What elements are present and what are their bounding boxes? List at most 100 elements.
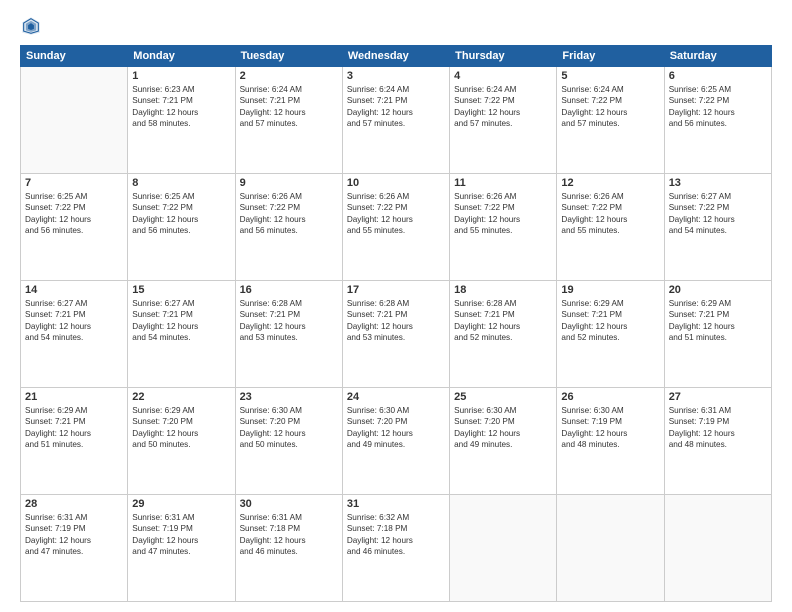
day-info: Sunrise: 6:30 AMSunset: 7:20 PMDaylight:… xyxy=(454,405,552,451)
day-info: Sunrise: 6:30 AMSunset: 7:20 PMDaylight:… xyxy=(240,405,338,451)
calendar-cell: 3 Sunrise: 6:24 AMSunset: 7:21 PMDaylight… xyxy=(342,67,449,174)
calendar-cell xyxy=(450,495,557,602)
day-info: Sunrise: 6:30 AMSunset: 7:20 PMDaylight:… xyxy=(347,405,445,451)
day-info: Sunrise: 6:29 AMSunset: 7:21 PMDaylight:… xyxy=(669,298,767,344)
calendar-cell: 14 Sunrise: 6:27 AMSunset: 7:21 PMDayligh… xyxy=(21,281,128,388)
day-info: Sunrise: 6:29 AMSunset: 7:21 PMDaylight:… xyxy=(561,298,659,344)
day-info: Sunrise: 6:24 AMSunset: 7:21 PMDaylight:… xyxy=(347,84,445,130)
calendar-cell: 7Sunrise: 6:25 AMSunset: 7:22 PMDaylight… xyxy=(21,174,128,281)
day-info: Sunrise: 6:27 AMSunset: 7:21 PMDaylight:… xyxy=(25,298,123,344)
day-info: Sunrise: 6:26 AMSunset: 7:22 PMDaylight:… xyxy=(347,191,445,237)
day-info: Sunrise: 6:29 AMSunset: 7:20 PMDaylight:… xyxy=(132,405,230,451)
day-info: Sunrise: 6:24 AMSunset: 7:22 PMDaylight:… xyxy=(561,84,659,130)
day-number: 25 xyxy=(454,391,552,403)
day-info: Sunrise: 6:26 AMSunset: 7:22 PMDaylight:… xyxy=(454,191,552,237)
day-info: Sunrise: 6:32 AMSunset: 7:18 PMDaylight:… xyxy=(347,512,445,558)
weekday-header: Sunday xyxy=(21,46,128,67)
day-number: 22 xyxy=(132,391,230,403)
day-number: 21 xyxy=(25,391,123,403)
day-info: Sunrise: 6:25 AMSunset: 7:22 PMDaylight:… xyxy=(132,191,230,237)
day-info: Sunrise: 6:28 AMSunset: 7:21 PMDaylight:… xyxy=(240,298,338,344)
calendar-cell: 26 Sunrise: 6:30 AMSunset: 7:19 PMDayligh… xyxy=(557,388,664,495)
calendar-cell: 11 Sunrise: 6:26 AMSunset: 7:22 PMDayligh… xyxy=(450,174,557,281)
calendar-week-row: 1Sunrise: 6:23 AMSunset: 7:21 PMDaylight… xyxy=(21,67,772,174)
calendar-week-row: 28 Sunrise: 6:31 AMSunset: 7:19 PMDayligh… xyxy=(21,495,772,602)
day-number: 11 xyxy=(454,177,552,189)
day-info: Sunrise: 6:24 AMSunset: 7:21 PMDaylight:… xyxy=(240,84,338,130)
day-number: 16 xyxy=(240,284,338,296)
calendar-cell: 10 Sunrise: 6:26 AMSunset: 7:22 PMDayligh… xyxy=(342,174,449,281)
weekday-header: Wednesday xyxy=(342,46,449,67)
calendar-cell: 12 Sunrise: 6:26 AMSunset: 7:22 PMDayligh… xyxy=(557,174,664,281)
day-info: Sunrise: 6:25 AMSunset: 7:22 PMDaylight:… xyxy=(669,84,767,130)
day-number: 30 xyxy=(240,498,338,510)
day-info: Sunrise: 6:31 AMSunset: 7:18 PMDaylight:… xyxy=(240,512,338,558)
day-number: 18 xyxy=(454,284,552,296)
calendar-cell: 24Sunrise: 6:30 AMSunset: 7:20 PMDayligh… xyxy=(342,388,449,495)
calendar-cell: 9Sunrise: 6:26 AMSunset: 7:22 PMDaylight… xyxy=(235,174,342,281)
calendar-cell: 28 Sunrise: 6:31 AMSunset: 7:19 PMDayligh… xyxy=(21,495,128,602)
calendar-week-row: 21Sunrise: 6:29 AMSunset: 7:21 PMDayligh… xyxy=(21,388,772,495)
weekday-header: Monday xyxy=(128,46,235,67)
day-info: Sunrise: 6:26 AMSunset: 7:22 PMDaylight:… xyxy=(561,191,659,237)
day-number: 13 xyxy=(669,177,767,189)
day-number: 15 xyxy=(132,284,230,296)
weekday-header: Thursday xyxy=(450,46,557,67)
calendar-cell: 20 Sunrise: 6:29 AMSunset: 7:21 PMDayligh… xyxy=(664,281,771,388)
calendar-table: SundayMondayTuesdayWednesdayThursdayFrid… xyxy=(20,45,772,602)
calendar-cell: 16 Sunrise: 6:28 AMSunset: 7:21 PMDayligh… xyxy=(235,281,342,388)
calendar-cell xyxy=(21,67,128,174)
day-info: Sunrise: 6:27 AMSunset: 7:22 PMDaylight:… xyxy=(669,191,767,237)
calendar-cell xyxy=(557,495,664,602)
calendar-cell xyxy=(664,495,771,602)
calendar-cell: 6 Sunrise: 6:25 AMSunset: 7:22 PMDaylight… xyxy=(664,67,771,174)
calendar-week-row: 7 Sunrise: 6:25 AMSunset: 7:22 PMDaylight… xyxy=(21,174,772,281)
day-number: 6 xyxy=(669,70,767,82)
day-number: 2 xyxy=(240,70,338,82)
day-number: 4 xyxy=(454,70,552,82)
calendar-cell: 19 Sunrise: 6:29 AMSunset: 7:21 PMDayligh… xyxy=(557,281,664,388)
day-number: 26 xyxy=(561,391,659,403)
calendar-cell: 2 Sunrise: 6:24 AMSunset: 7:21 PMDaylight… xyxy=(235,67,342,174)
day-info: Sunrise: 6:24 AMSunset: 7:22 PMDaylight:… xyxy=(454,84,552,130)
day-info: Sunrise: 6:28 AMSunset: 7:21 PMDaylight:… xyxy=(454,298,552,344)
day-info: Sunrise: 6:30 AMSunset: 7:19 PMDaylight:… xyxy=(561,405,659,451)
day-number: 23 xyxy=(240,391,338,403)
day-number: 28 xyxy=(25,498,123,510)
calendar-cell: 22 Sunrise: 6:29 AMSunset: 7:20 PMDayligh… xyxy=(128,388,235,495)
calendar-week-row: 14 Sunrise: 6:27 AMSunset: 7:21 PMDayligh… xyxy=(21,281,772,388)
calendar-cell: 21Sunrise: 6:29 AMSunset: 7:21 PMDayligh… xyxy=(21,388,128,495)
day-number: 10 xyxy=(347,177,445,189)
weekday-header: Saturday xyxy=(664,46,771,67)
day-number: 7 xyxy=(25,177,123,189)
day-number: 29 xyxy=(132,498,230,510)
day-number: 3 xyxy=(347,70,445,82)
weekday-header: Friday xyxy=(557,46,664,67)
day-number: 19 xyxy=(561,284,659,296)
calendar-cell: 18 Sunrise: 6:28 AMSunset: 7:21 PMDayligh… xyxy=(450,281,557,388)
day-number: 14 xyxy=(25,284,123,296)
calendar-cell: 25 Sunrise: 6:30 AMSunset: 7:20 PMDayligh… xyxy=(450,388,557,495)
day-number: 31 xyxy=(347,498,445,510)
day-number: 8 xyxy=(132,177,230,189)
day-info: Sunrise: 6:23 AMSunset: 7:21 PMDaylight:… xyxy=(132,84,230,130)
calendar-cell: 23 Sunrise: 6:30 AMSunset: 7:20 PMDayligh… xyxy=(235,388,342,495)
logo-icon xyxy=(20,15,42,37)
weekday-header: Tuesday xyxy=(235,46,342,67)
day-number: 27 xyxy=(669,391,767,403)
logo xyxy=(20,15,46,37)
calendar-cell: 29 Sunrise: 6:31 AMSunset: 7:19 PMDayligh… xyxy=(128,495,235,602)
calendar-cell: 17Sunrise: 6:28 AMSunset: 7:21 PMDayligh… xyxy=(342,281,449,388)
day-info: Sunrise: 6:31 AMSunset: 7:19 PMDaylight:… xyxy=(132,512,230,558)
day-number: 20 xyxy=(669,284,767,296)
calendar-header-row: SundayMondayTuesdayWednesdayThursdayFrid… xyxy=(21,46,772,67)
calendar-cell: 30 Sunrise: 6:31 AMSunset: 7:18 PMDayligh… xyxy=(235,495,342,602)
day-number: 12 xyxy=(561,177,659,189)
day-info: Sunrise: 6:28 AMSunset: 7:21 PMDaylight:… xyxy=(347,298,445,344)
day-info: Sunrise: 6:27 AMSunset: 7:21 PMDaylight:… xyxy=(132,298,230,344)
calendar-cell: 15 Sunrise: 6:27 AMSunset: 7:21 PMDayligh… xyxy=(128,281,235,388)
day-number: 9 xyxy=(240,177,338,189)
day-info: Sunrise: 6:31 AMSunset: 7:19 PMDaylight:… xyxy=(25,512,123,558)
calendar-cell: 5Sunrise: 6:24 AMSunset: 7:22 PMDaylight… xyxy=(557,67,664,174)
calendar-cell: 27Sunrise: 6:31 AMSunset: 7:19 PMDayligh… xyxy=(664,388,771,495)
